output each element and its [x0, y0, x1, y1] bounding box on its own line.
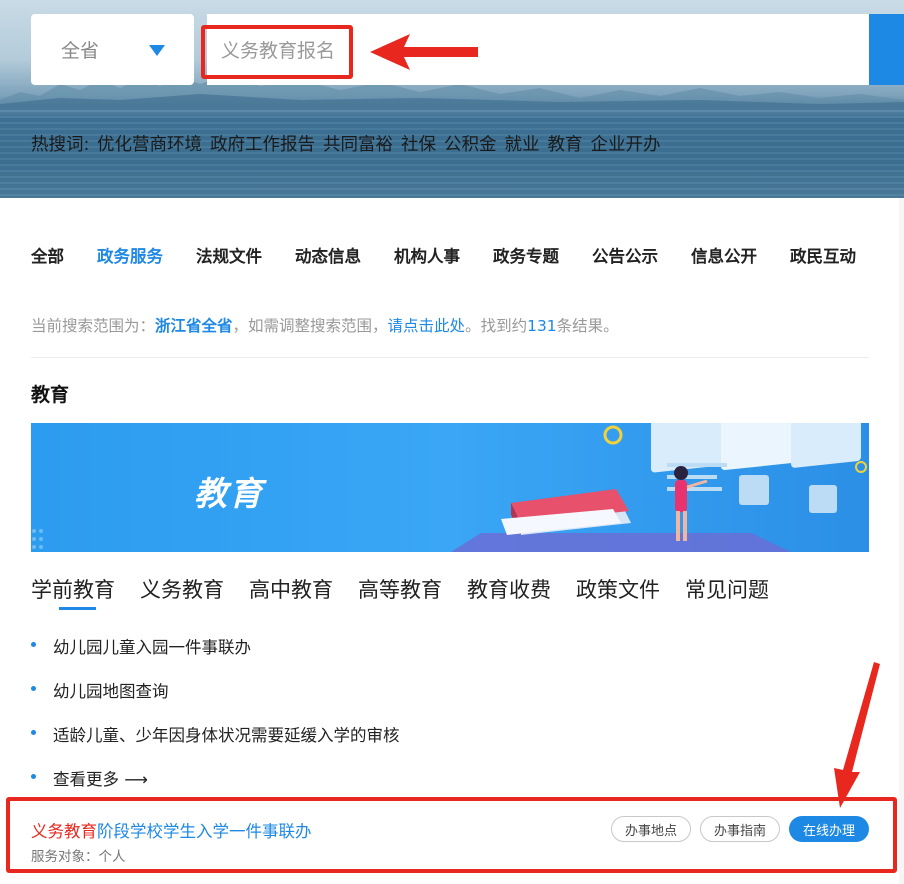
subtab-high-school[interactable]: 高中教育 [249, 574, 333, 604]
education-banner: 教育 [31, 423, 869, 552]
hot-word-link[interactable]: 企业开办 [590, 135, 660, 155]
tab-news[interactable]: 动态信息 [295, 243, 361, 267]
tab-all[interactable]: 全部 [31, 243, 64, 267]
scope-region: 浙江省全省 [155, 317, 233, 335]
hot-word-link[interactable]: 公积金 [444, 135, 497, 155]
hot-word-link[interactable]: 社保 [401, 135, 436, 155]
result-service-target: 服务对象：个人 [31, 849, 126, 865]
scope-suffix-pre: 。找到约 [465, 317, 528, 335]
section-title: 教育 [31, 384, 70, 406]
list-item-label: 幼儿园儿童入园一件事联办 [53, 638, 251, 657]
region-select[interactable]: 全省 [31, 14, 194, 85]
hot-word-link[interactable]: 优化营商环境 [97, 135, 202, 155]
scope-change-link[interactable]: 请点击此处 [388, 317, 466, 335]
bullet-dot-icon [31, 686, 36, 691]
education-illustration [32, 423, 867, 552]
tab-announcements[interactable]: 公告公示 [592, 243, 658, 267]
scope-suffix-post: 条结果。 [556, 317, 619, 335]
scope-prefix: 当前搜索范围为： [31, 317, 156, 335]
result-title-link[interactable]: 义务教育阶段学校学生入学一件事联办 [31, 818, 312, 842]
subtab-faq[interactable]: 常见问题 [685, 574, 769, 604]
tab-government-services[interactable]: 政务服务 [97, 243, 163, 267]
tab-topics[interactable]: 政务专题 [493, 243, 559, 267]
list-item-label: 幼儿园地图查询 [53, 682, 169, 701]
hot-word-link[interactable]: 教育 [547, 135, 582, 155]
active-subtab-indicator [59, 607, 96, 610]
bullet-dot-icon [31, 774, 36, 779]
hot-word-link[interactable]: 政府工作报告 [210, 135, 315, 155]
subtab-policy[interactable]: 政策文件 [576, 574, 660, 604]
subtab-compulsory[interactable]: 义务教育 [140, 574, 224, 604]
hot-search-label: 热搜词: [31, 135, 90, 155]
online-apply-button[interactable]: 在线办理 [789, 816, 869, 842]
education-subtabs: 学前教育 义务教育 高中教育 高等教育 教育收费 政策文件 常见问题 [31, 574, 769, 604]
subtab-fees[interactable]: 教育收费 [467, 574, 551, 604]
divider [31, 357, 869, 358]
search-box[interactable] [207, 14, 869, 85]
subtab-preschool[interactable]: 学前教育 [31, 574, 115, 604]
view-more-label: 查看更多 ⟶ [53, 770, 148, 789]
hot-word-link[interactable]: 共同富裕 [323, 135, 393, 155]
list-item-label: 适龄儿童、少年因身体状况需要延缓入学的审核 [53, 726, 400, 745]
hot-word-link[interactable]: 就业 [504, 135, 539, 155]
tab-personnel[interactable]: 机构人事 [394, 243, 460, 267]
search-scope-line: 当前搜索范围为：浙江省全省，如需调整搜索范围，请点击此处。找到约131条结果。 [31, 314, 619, 336]
tab-disclosure[interactable]: 信息公开 [691, 243, 757, 267]
page-edge [899, 198, 904, 884]
location-button[interactable]: 办事地点 [611, 816, 691, 842]
tab-regulations[interactable]: 法规文件 [196, 243, 262, 267]
result-title-rest: 阶段学校学生入学一件事联办 [97, 822, 312, 841]
search-button[interactable] [869, 14, 904, 85]
tab-interaction[interactable]: 政民互动 [790, 243, 856, 267]
search-input[interactable] [207, 14, 869, 85]
bullet-dot-icon [31, 730, 36, 735]
result-title-highlight: 义务教育 [31, 822, 97, 841]
dropdown-caret-icon[interactable] [149, 45, 165, 56]
category-tabs: 全部 政务服务 法规文件 动态信息 机构人事 政务专题 公告公示 信息公开 政民… [31, 243, 856, 267]
hot-search-words: 热搜词: 优化营商环境 政府工作报告 共同富裕 社保 公积金 就业 教育 企业开办 [31, 131, 668, 156]
result-count: 131 [527, 317, 557, 335]
hero-banner: 全省 热搜词: 优化营商环境政府工作报告共同富裕社保公积金就业教育企业开办 [0, 0, 904, 198]
region-select-value: 全省 [61, 40, 100, 62]
scope-middle: ，如需调整搜索范围， [232, 317, 388, 335]
bullet-dot-icon [31, 642, 36, 647]
annotation-arrow-icon [834, 662, 880, 808]
subtab-higher-education[interactable]: 高等教育 [358, 574, 442, 604]
guide-button[interactable]: 办事指南 [700, 816, 780, 842]
annotation-arrow-icon [370, 34, 478, 70]
